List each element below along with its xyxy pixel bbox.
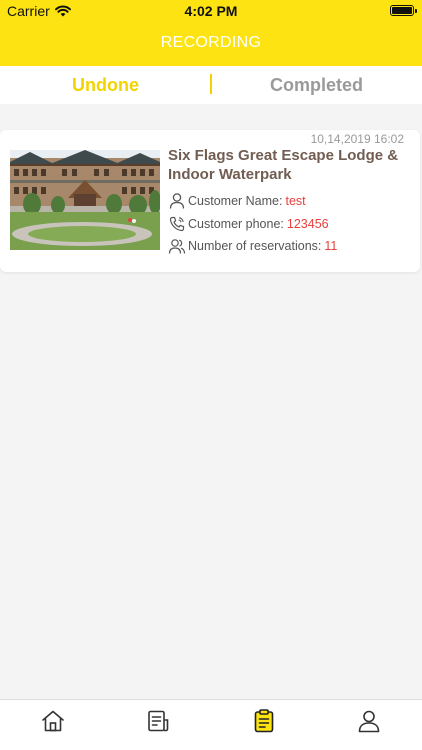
status-bar: Carrier 4:02 PM	[0, 0, 422, 22]
page-title: RECORDING	[160, 34, 262, 51]
status-tabs: Undone Completed	[0, 66, 422, 104]
status-time: 4:02 PM	[184, 3, 238, 19]
reservations-row: Number of reservations: 11	[168, 237, 337, 255]
battery-icon	[390, 5, 417, 16]
tab-undone[interactable]: Undone	[0, 66, 211, 104]
hotel-thumbnail	[10, 150, 160, 250]
app-header: Carrier 4:02 PM RECORDING	[0, 0, 422, 66]
bottom-tab-bar	[0, 699, 422, 750]
customer-name-row: Customer Name: test	[168, 192, 306, 210]
records-icon[interactable]	[251, 708, 277, 734]
phone-icon	[169, 216, 185, 232]
user-icon	[169, 193, 185, 209]
record-date: 10,14,2019 16:02	[310, 132, 404, 146]
reservations-label: Number of reservations:	[188, 239, 322, 253]
customer-name-value: test	[285, 194, 306, 208]
record-card[interactable]: 10,14,2019 16:02 Six Flags Great Escape …	[0, 130, 420, 272]
customer-phone-label: Customer phone:	[188, 217, 284, 231]
hotel-name: Six Flags Great Escape Lodge & Indoor Wa…	[168, 147, 399, 183]
orders-icon[interactable]	[145, 708, 171, 734]
group-icon	[168, 239, 186, 254]
home-icon[interactable]	[40, 708, 66, 734]
customer-phone-value: 123456	[286, 217, 329, 231]
reservations-value: 11	[324, 239, 338, 253]
customer-name-label: Customer Name:	[188, 194, 283, 208]
customer-phone-row: Customer phone: 123456	[168, 215, 329, 233]
profile-icon[interactable]	[356, 708, 382, 734]
tab-completed[interactable]: Completed	[211, 66, 422, 104]
